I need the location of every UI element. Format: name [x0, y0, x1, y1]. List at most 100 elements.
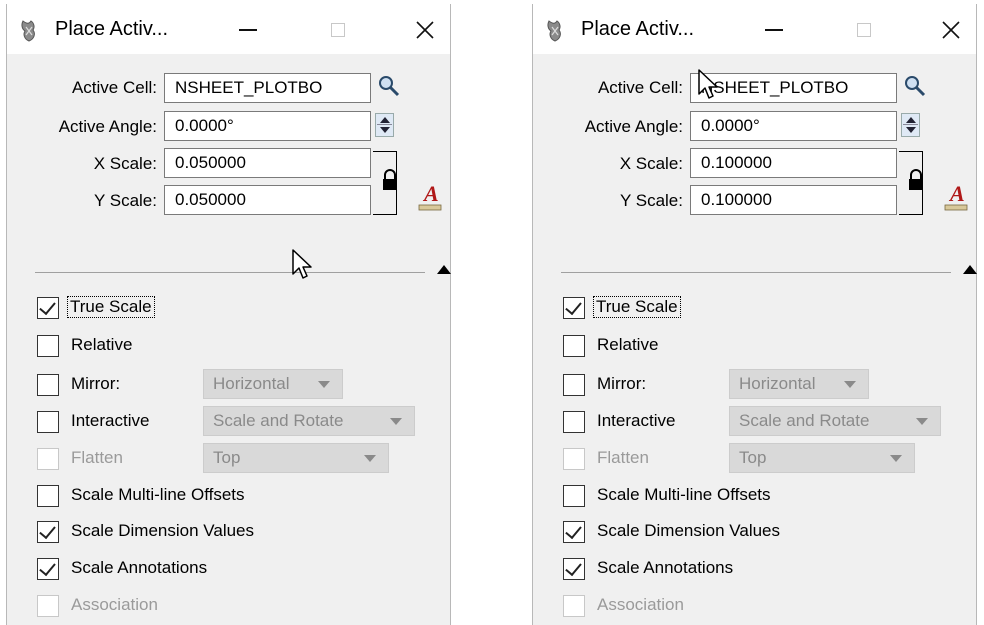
x-scale-field[interactable]: 0.100000 [690, 148, 897, 178]
chevron-down-icon [890, 455, 902, 462]
maximize-button[interactable] [838, 12, 890, 48]
lock-icon[interactable] [907, 169, 925, 191]
mirror-dropdown[interactable]: Horizontal [729, 369, 869, 399]
spin-up-icon[interactable] [380, 117, 390, 123]
mirror-label: Mirror: [597, 374, 647, 393]
interactive-checkbox[interactable] [563, 411, 585, 433]
relative-checkbox[interactable] [563, 335, 585, 357]
y-scale-label: Y Scale: [93, 191, 157, 210]
active-cell-label: Active Cell: [71, 78, 157, 97]
flatten-dropdown: Top [203, 443, 389, 473]
close-icon [416, 21, 434, 39]
close-button[interactable] [399, 12, 451, 48]
svg-text:A: A [422, 181, 439, 206]
mouse-cursor-icon [292, 249, 312, 279]
minimize-icon [765, 29, 783, 31]
flatten-label: Flatten [71, 448, 123, 467]
flatten-dropdown-value: Top [739, 448, 767, 467]
scale-dimension-label: Scale Dimension Values [597, 521, 780, 540]
association-label: Association [71, 595, 158, 614]
angle-spinner[interactable] [375, 113, 394, 137]
minimize-button[interactable] [222, 12, 274, 48]
chevron-down-icon [364, 455, 376, 462]
mirror-label: Mirror: [71, 374, 121, 393]
place-active-cell-window-left: Place Activ... Active Cell: NSHEET_PLOTB… [6, 4, 451, 625]
maximize-icon [331, 23, 345, 37]
interactive-checkbox[interactable] [37, 411, 59, 433]
scale-multiline-label: Scale Multi-line Offsets [597, 485, 771, 504]
true-scale-label: True Scale [593, 296, 681, 318]
collapse-arrow-icon[interactable] [437, 265, 451, 274]
browse-cell-search-icon[interactable] [903, 74, 927, 98]
scale-annotations-checkbox[interactable] [563, 558, 585, 580]
browse-cell-search-icon[interactable] [377, 74, 401, 98]
interactive-dropdown[interactable]: Scale and Rotate [729, 406, 941, 436]
maximize-button[interactable] [312, 12, 364, 48]
scale-dimension-checkbox[interactable] [37, 521, 59, 543]
y-scale-field[interactable]: 0.100000 [690, 185, 897, 215]
microstation-app-icon [21, 20, 35, 42]
scale-multiline-label: Scale Multi-line Offsets [71, 485, 245, 504]
scale-dimension-checkbox[interactable] [563, 521, 585, 543]
annotation-scale-icon[interactable]: A [941, 179, 971, 213]
collapse-arrow-icon[interactable] [963, 265, 977, 274]
chevron-down-icon [916, 418, 928, 425]
active-cell-field[interactable]: NSHEET_PLOTBO [164, 73, 371, 103]
true-scale-checkbox[interactable] [563, 297, 585, 319]
flatten-checkbox [37, 448, 59, 470]
lock-icon[interactable] [381, 169, 399, 191]
scale-annotations-label: Scale Annotations [597, 558, 734, 577]
close-button[interactable] [925, 12, 977, 48]
scale-annotations-checkbox[interactable] [37, 558, 59, 580]
scale-multiline-checkbox[interactable] [563, 485, 585, 507]
window-title: Place Activ... [55, 18, 169, 40]
x-scale-label: X Scale: [93, 154, 157, 173]
active-cell-label: Active Cell: [597, 78, 683, 97]
flatten-label: Flatten [597, 448, 649, 467]
y-scale-field[interactable]: 0.050000 [164, 185, 371, 215]
spin-down-icon[interactable] [380, 127, 390, 133]
x-scale-label: X Scale: [619, 154, 683, 173]
mirror-checkbox[interactable] [37, 374, 59, 396]
relative-checkbox[interactable] [37, 335, 59, 357]
minimize-icon [239, 29, 257, 31]
angle-spinner[interactable] [901, 113, 920, 137]
annotation-scale-icon[interactable]: A [415, 179, 445, 213]
mirror-checkbox[interactable] [563, 374, 585, 396]
x-scale-field[interactable]: 0.050000 [164, 148, 371, 178]
scale-multiline-checkbox[interactable] [37, 485, 59, 507]
mirror-dropdown-value: Horizontal [739, 374, 816, 393]
chevron-down-icon [844, 381, 856, 388]
flatten-dropdown-value: Top [213, 448, 241, 467]
scale-dimension-label: Scale Dimension Values [71, 521, 254, 540]
place-active-cell-window-right: Place Activ... Active Cell: NSHEET_PLOTB… [532, 4, 977, 625]
chevron-down-icon [318, 381, 330, 388]
spin-down-icon[interactable] [906, 127, 916, 133]
active-angle-field[interactable]: 0.0000° [690, 111, 897, 141]
mirror-dropdown-value: Horizontal [213, 374, 290, 393]
minimize-button[interactable] [748, 12, 800, 48]
flatten-checkbox [563, 448, 585, 470]
active-angle-label: Active Angle: [584, 117, 683, 136]
association-checkbox [37, 595, 59, 617]
window-title: Place Activ... [581, 18, 695, 40]
title-bar[interactable]: Place Activ... [533, 4, 976, 54]
true-scale-checkbox[interactable] [37, 297, 59, 319]
interactive-dropdown[interactable]: Scale and Rotate [203, 406, 415, 436]
flatten-dropdown: Top [729, 443, 915, 473]
relative-label: Relative [597, 335, 659, 354]
svg-text:A: A [948, 181, 965, 206]
title-bar[interactable]: Place Activ... [7, 4, 450, 54]
active-angle-field[interactable]: 0.0000° [164, 111, 371, 141]
scale-annotations-label: Scale Annotations [71, 558, 208, 577]
interactive-label: Interactive [597, 411, 676, 430]
section-divider [561, 272, 951, 273]
association-label: Association [597, 595, 684, 614]
mouse-cursor-icon [698, 69, 718, 99]
maximize-icon [857, 23, 871, 37]
spin-up-icon[interactable] [906, 117, 916, 123]
active-cell-field[interactable]: NSHEET_PLOTBO [690, 73, 897, 103]
mirror-dropdown[interactable]: Horizontal [203, 369, 343, 399]
close-icon [942, 21, 960, 39]
interactive-label: Interactive [71, 411, 150, 430]
